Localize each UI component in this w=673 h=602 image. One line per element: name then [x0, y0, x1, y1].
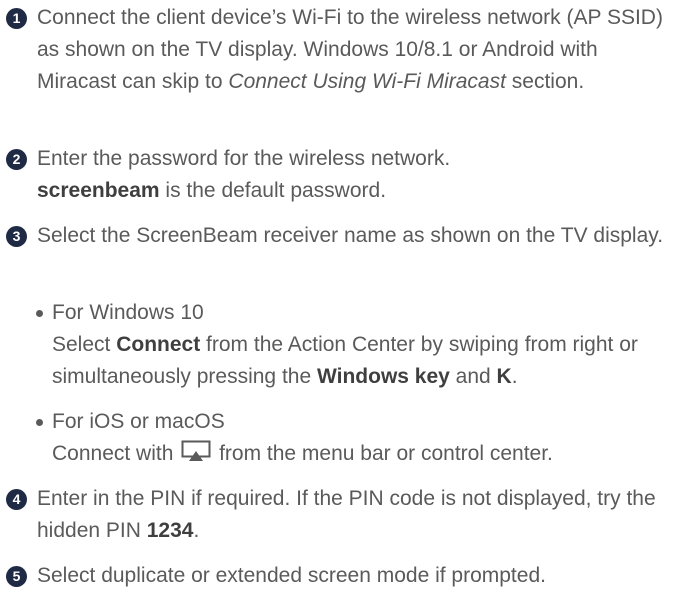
bullet-text-part: Connect with: [52, 442, 180, 465]
step-3-text: Select the ScreenBeam receiver name as s…: [37, 224, 664, 247]
step-4-text: Enter in the PIN if required. If the PIN…: [37, 487, 656, 542]
bullet-text: For iOS or macOS Connect with from the m…: [52, 406, 668, 472]
step-number: 4: [6, 489, 27, 510]
step-4: 4 Enter in the PIN if required. If the P…: [6, 483, 668, 547]
bullet-dot: [36, 310, 43, 317]
bullet-text-part: .: [511, 365, 518, 388]
screen-mirroring-icon: [181, 440, 211, 472]
step-number: 5: [6, 566, 27, 587]
step-2: 2 Enter the password for the wireless ne…: [6, 143, 668, 207]
step-2-line-1: Enter the password for the wireless netw…: [37, 147, 451, 170]
bullet-text-part: and: [449, 365, 497, 388]
step-2-line-2: screenbeam is the default password.: [37, 175, 668, 207]
bullet-text: For Windows 10 Select Connect from the A…: [52, 297, 668, 393]
bullet-detail: Select Connect from the Action Center by…: [52, 329, 668, 393]
step-4-text-end: .: [193, 519, 200, 542]
step-5-text: Select duplicate or extended screen mode…: [37, 564, 546, 587]
bullet-title: For iOS or macOS: [52, 410, 225, 433]
bullet-title: For Windows 10: [52, 301, 204, 324]
step-text: Connect the client device’s Wi-Fi to the…: [37, 2, 668, 98]
bullet-text-part: Select: [52, 333, 117, 356]
step-1: 1 Connect the client device’s Wi-Fi to t…: [6, 2, 668, 98]
step-number: 1: [6, 8, 27, 29]
step-text: Enter the password for the wireless netw…: [37, 143, 668, 207]
step-number: 2: [6, 149, 27, 170]
default-password: screenbeam: [37, 179, 160, 202]
step-2-rest: is the default password.: [159, 179, 387, 202]
bullet-windows-10: For Windows 10 Select Connect from the A…: [36, 297, 668, 393]
section-link-text: Connect Using Wi-Fi Miracast: [228, 70, 506, 93]
bullet-ios-macos: For iOS or macOS Connect with from the m…: [36, 406, 668, 472]
connect-label: Connect: [116, 333, 201, 356]
step-5: 5 Select duplicate or extended screen mo…: [6, 560, 668, 592]
step-text: Enter in the PIN if required. If the PIN…: [37, 483, 668, 547]
windows-key-label: Windows key: [316, 365, 450, 388]
bullet-dot: [36, 419, 43, 426]
bullet-detail: Connect with from the menu bar or contro…: [52, 438, 668, 472]
step-number: 3: [6, 226, 27, 247]
step-3: 3 Select the ScreenBeam receiver name as…: [6, 220, 668, 252]
bullet-text-part: from the menu bar or control center.: [213, 442, 553, 465]
hidden-pin: 1234: [146, 519, 194, 542]
instructions: 1 Connect the client device’s Wi-Fi to t…: [0, 0, 673, 602]
step-1-text-end: section.: [505, 70, 585, 93]
k-key-label: K: [496, 365, 512, 388]
